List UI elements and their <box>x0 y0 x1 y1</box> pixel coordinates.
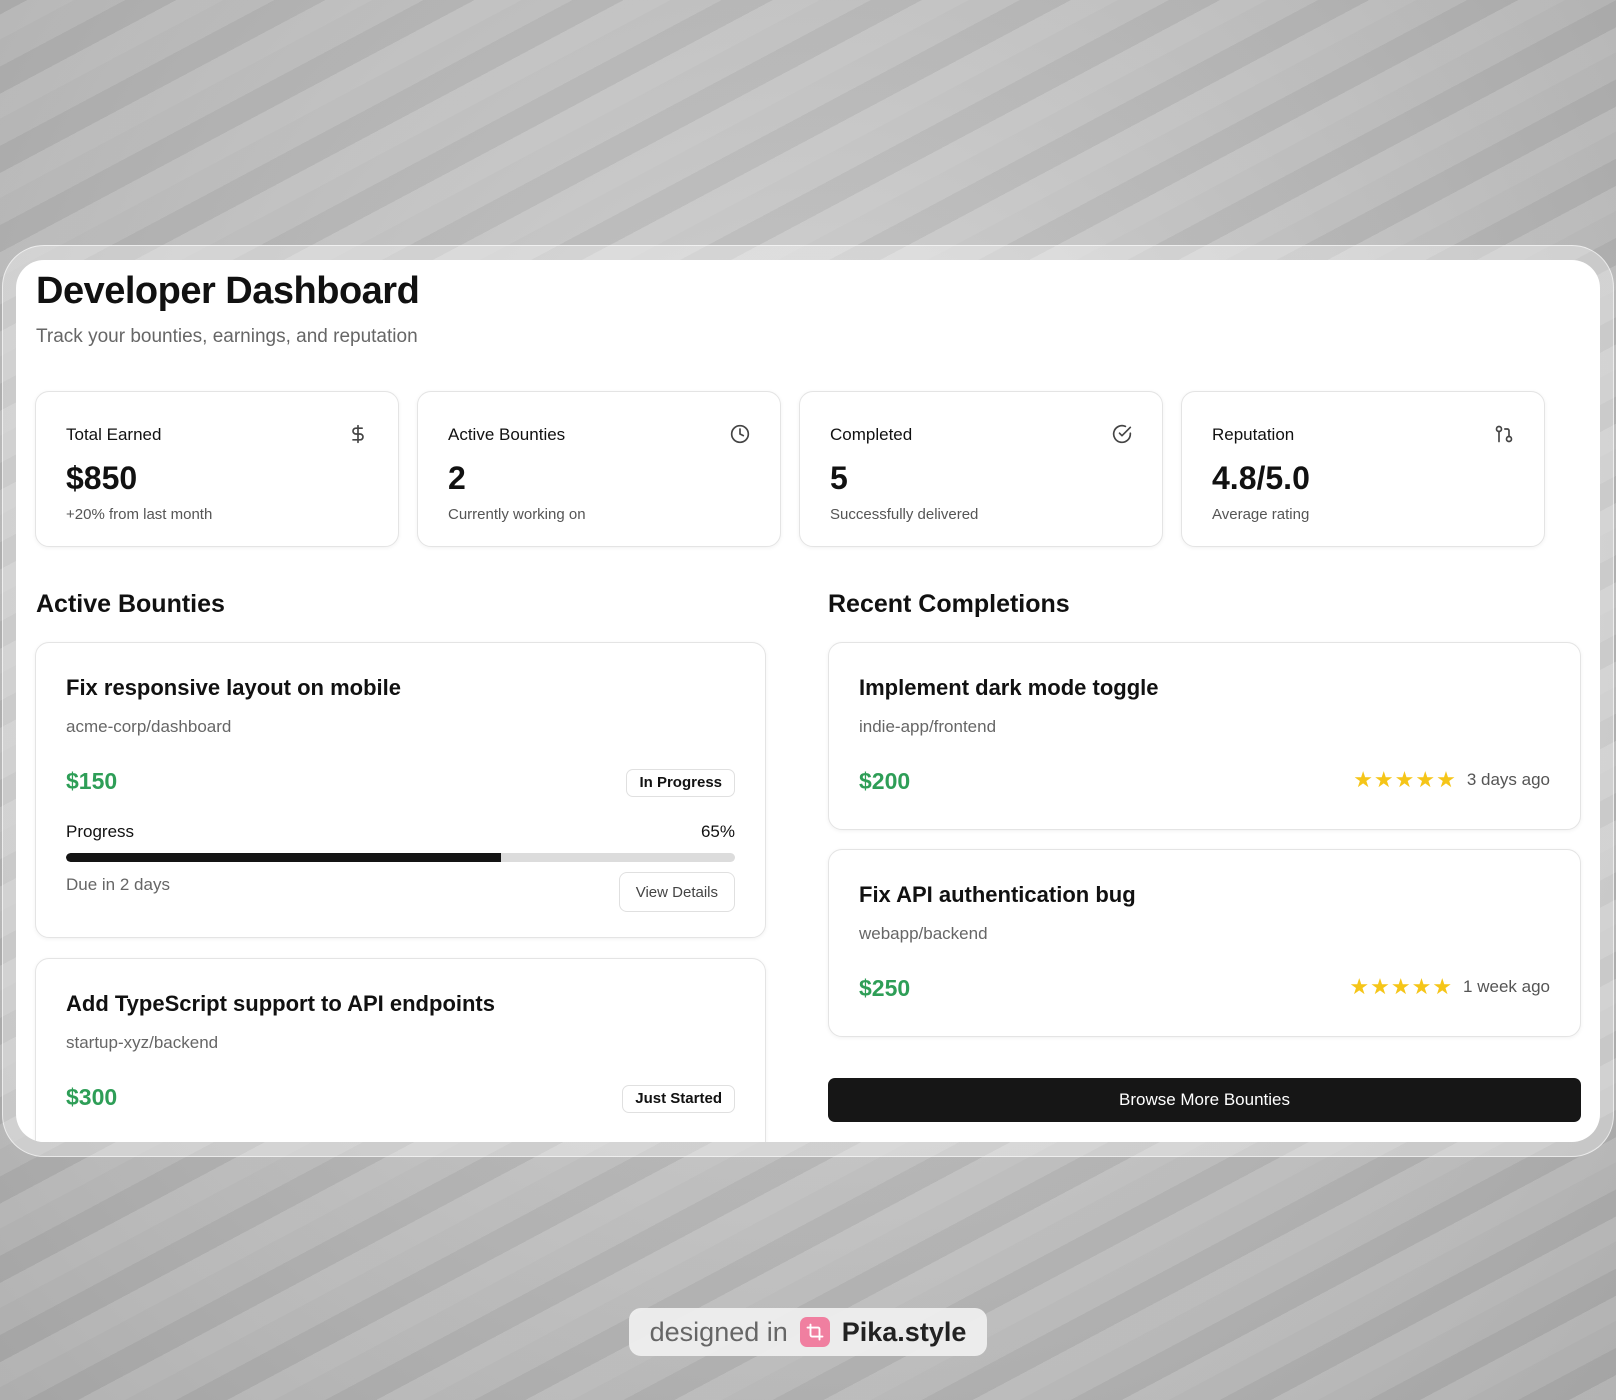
status-badge: Just Started <box>622 1085 735 1113</box>
dollar-icon <box>348 424 368 444</box>
credit-brand: Pika.style <box>841 1316 967 1347</box>
check-circle-icon <box>1112 424 1132 444</box>
bounty-card[interactable]: Add TypeScript support to API endpoints … <box>35 958 766 1142</box>
pika-logo-icon <box>799 1317 830 1347</box>
page-title: Developer Dashboard <box>36 270 420 312</box>
stat-sub: Successfully delivered <box>830 506 979 523</box>
star-rating-icon: ★★★★★ <box>1353 767 1457 792</box>
due-date: Due in 2 days <box>66 875 170 894</box>
status-badge: In Progress <box>626 769 735 797</box>
completed-ago: 3 days ago <box>1466 770 1550 789</box>
bounty-repo: startup-xyz/backend <box>66 1033 219 1052</box>
stat-label: Active Bounties <box>448 425 566 444</box>
stat-value: 5 <box>830 460 848 496</box>
progress-bar <box>66 853 735 862</box>
bounty-title: Fix responsive layout on mobile <box>66 675 401 700</box>
bounty-title: Add TypeScript support to API endpoints <box>66 991 495 1016</box>
stat-label: Total Earned <box>66 425 162 444</box>
stat-sub: +20% from last month <box>66 506 213 523</box>
bounty-amount: $300 <box>66 1084 118 1110</box>
completion-repo: indie-app/frontend <box>859 717 997 736</box>
active-bounties-heading: Active Bounties <box>36 590 225 618</box>
completed-ago: 1 week ago <box>1463 977 1550 996</box>
progress-label: Progress <box>66 822 135 841</box>
stat-value: 2 <box>448 460 466 496</box>
progress-fill <box>66 853 501 862</box>
progress-percent: 65% <box>700 822 735 841</box>
stat-value: $850 <box>66 460 138 496</box>
stat-label: Reputation <box>1212 425 1295 444</box>
completion-title: Implement dark mode toggle <box>859 675 1159 700</box>
page-subtitle: Track your bounties, earnings, and reput… <box>36 326 418 347</box>
stat-sub: Currently working on <box>448 506 586 523</box>
completion-repo: webapp/backend <box>859 924 988 943</box>
stat-label: Completed <box>830 425 913 444</box>
completion-meta: ★★★★★ 3 days ago <box>1353 767 1550 793</box>
stat-card-active-bounties: Active Bounties 2 Currently working on <box>417 391 781 547</box>
bounty-amount: $150 <box>66 768 118 794</box>
stat-card-total-earned: Total Earned $850 +20% from last month <box>35 391 399 547</box>
stat-card-completed: Completed 5 Successfully delivered <box>799 391 1163 547</box>
git-pull-request-icon <box>1494 424 1514 444</box>
completion-meta: ★★★★★ 1 week ago <box>1349 974 1550 1000</box>
dashboard-window: Developer Dashboard Track your bounties,… <box>16 260 1600 1142</box>
recent-completions-heading: Recent Completions <box>828 590 1070 618</box>
clock-icon <box>730 424 750 444</box>
completion-amount: $250 <box>859 975 911 1001</box>
star-rating-icon: ★★★★★ <box>1349 974 1454 999</box>
stat-card-reputation: Reputation 4.8/5.0 Average rating <box>1181 391 1545 547</box>
view-details-button[interactable]: View Details <box>618 872 735 912</box>
completion-title: Fix API authentication bug <box>859 882 1136 907</box>
browse-more-bounties-button[interactable]: Browse More Bounties <box>828 1078 1581 1122</box>
credit-prefix: designed in <box>649 1316 788 1347</box>
stat-sub: Average rating <box>1212 506 1310 523</box>
stat-value: 4.8/5.0 <box>1212 460 1310 496</box>
bounty-card[interactable]: Fix responsive layout on mobile acme-cor… <box>35 642 766 938</box>
completion-card[interactable]: Fix API authentication bug webapp/backen… <box>828 849 1581 1037</box>
bounty-repo: acme-corp/dashboard <box>66 717 232 736</box>
designed-in-badge[interactable]: designed in Pika.style <box>629 1308 987 1356</box>
completion-card[interactable]: Implement dark mode toggle indie-app/fro… <box>828 642 1581 830</box>
completion-amount: $200 <box>859 768 911 794</box>
